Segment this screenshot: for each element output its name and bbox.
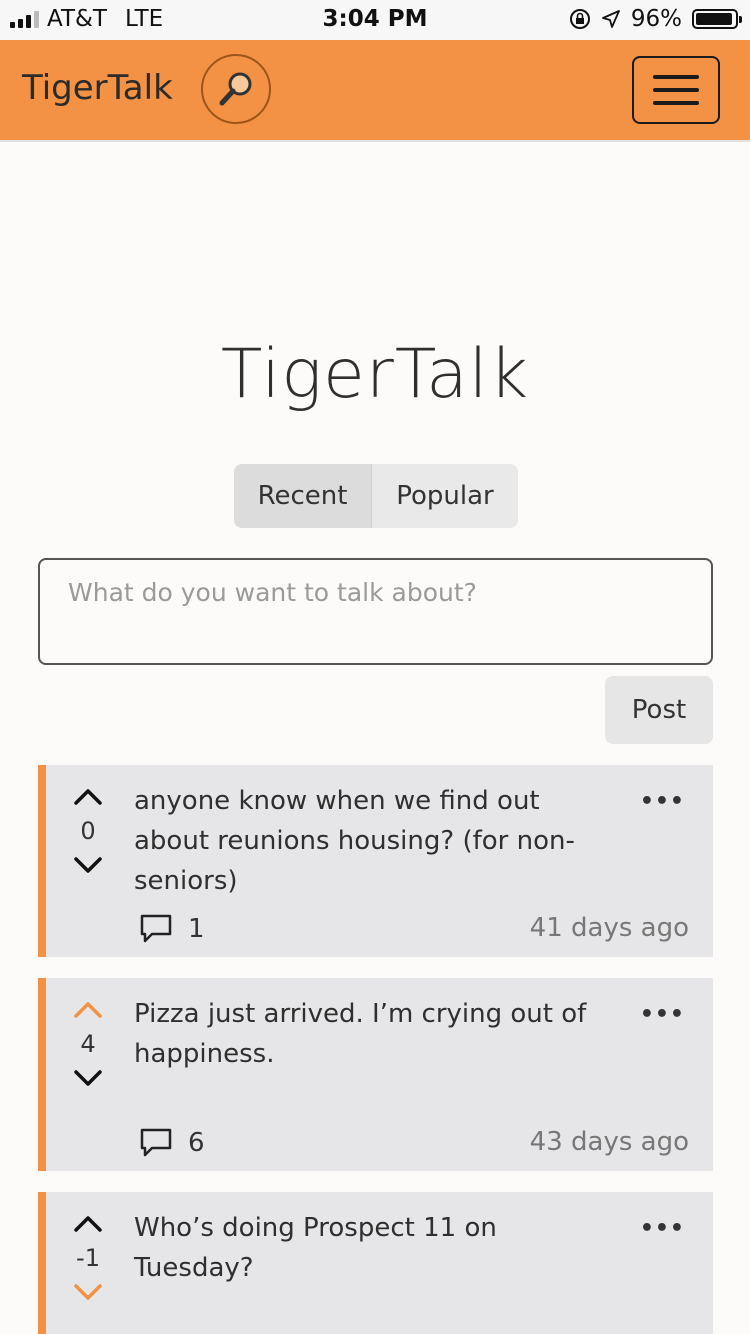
comment-icon [140, 1128, 172, 1157]
rotation-lock-icon [569, 9, 590, 29]
navbar-brand[interactable]: TigerTalk [22, 68, 173, 108]
post-card: -1 Who’s doing Prospect 11 on Tuesday? •… [38, 1192, 713, 1334]
navbar: TigerTalk [0, 40, 750, 142]
tab-recent[interactable]: Recent [234, 464, 372, 528]
hamburger-icon [653, 88, 699, 92]
downvote-icon[interactable] [68, 1064, 108, 1092]
hamburger-icon [653, 75, 699, 79]
upvote-icon[interactable] [68, 996, 108, 1024]
post-button[interactable]: Post [605, 676, 713, 744]
post-age: 41 days ago [529, 913, 689, 943]
downvote-icon[interactable] [68, 851, 108, 879]
status-bar: AT&T LTE 3:04 PM 96% [0, 0, 750, 40]
tab-popular[interactable]: Popular [372, 464, 518, 528]
comments-link[interactable]: 6 [138, 1127, 205, 1159]
post-text[interactable]: Who’s doing Prospect 11 on Tuesday? [134, 1208, 594, 1288]
upvote-icon[interactable] [68, 1210, 108, 1238]
vote-control: 4 [68, 996, 108, 1092]
post-text[interactable]: Pizza just arrived. I’m crying out of ha… [134, 994, 594, 1074]
downvote-icon[interactable] [68, 1278, 108, 1306]
comments-link[interactable]: 1 [138, 913, 205, 945]
vote-control: -1 [68, 1210, 108, 1306]
search-button[interactable] [201, 54, 271, 124]
comment-count: 1 [188, 914, 205, 944]
page-title: TigerTalk [220, 335, 530, 414]
post-age: 43 days ago [529, 1127, 689, 1157]
composer [38, 558, 713, 665]
upvote-icon[interactable] [68, 783, 108, 811]
comment-icon [140, 914, 172, 943]
battery-percent: 96% [630, 6, 682, 32]
vote-control: 0 [68, 783, 108, 879]
vote-score: 0 [80, 817, 96, 845]
more-options-icon[interactable]: ••• [640, 789, 685, 814]
sort-tabs: Recent Popular [234, 464, 518, 528]
hamburger-icon [653, 101, 699, 105]
post-card: 4 Pizza just arrived. I’m crying out of … [38, 978, 713, 1171]
more-options-icon[interactable]: ••• [640, 1216, 685, 1241]
post-text[interactable]: anyone know when we find out about reuni… [134, 781, 594, 901]
magnifier-icon [219, 72, 252, 106]
comment-count: 6 [188, 1128, 205, 1158]
more-options-icon[interactable]: ••• [640, 1002, 685, 1027]
battery-icon [692, 9, 742, 29]
menu-button[interactable] [632, 56, 720, 124]
post-input[interactable] [40, 560, 711, 663]
location-icon [601, 10, 620, 28]
vote-score: 4 [80, 1030, 96, 1058]
vote-score: -1 [76, 1244, 100, 1272]
post-card: 0 anyone know when we find out about reu… [38, 765, 713, 957]
